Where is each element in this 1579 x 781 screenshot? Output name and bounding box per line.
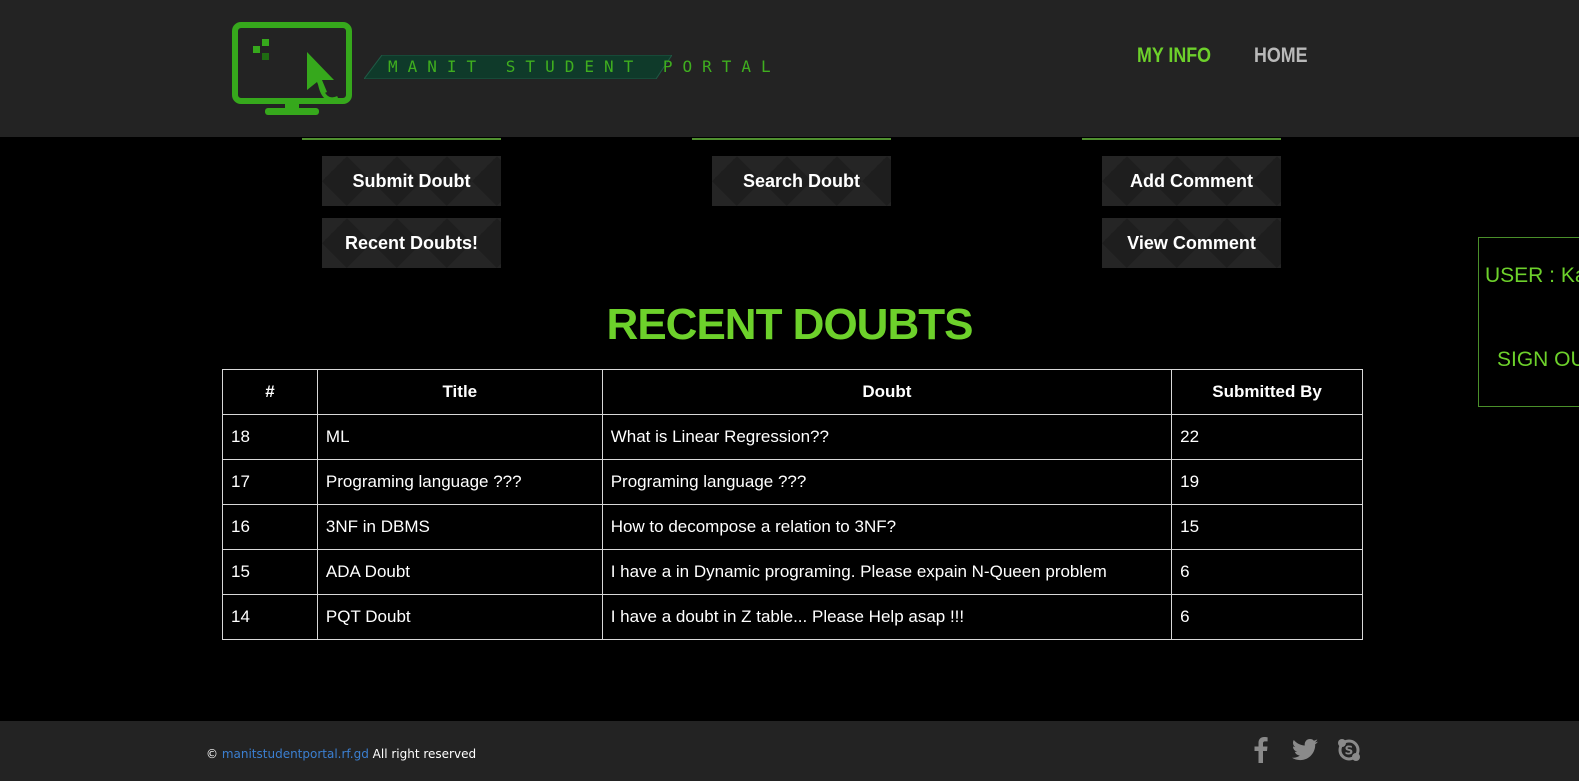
table-row: 17 Programing language ??? Programing la… <box>222 459 1363 505</box>
table-row: 18 ML What is Linear Regression?? 22 <box>222 414 1363 460</box>
copyright-symbol: © <box>206 747 218 761</box>
table-row: 14 PQT Doubt I have a doubt in Z table..… <box>222 594 1363 640</box>
twitter-icon[interactable] <box>1292 735 1318 765</box>
cell-submitted-by: 6 <box>1171 594 1363 640</box>
cell-doubt: Programing language ??? <box>601 459 1173 505</box>
facebook-icon[interactable] <box>1248 735 1274 765</box>
recent-doubts-button[interactable]: Recent Doubts! <box>322 218 501 268</box>
monitor-logo-icon[interactable] <box>232 22 354 118</box>
cell-doubt: How to decompose a relation to 3NF? <box>601 504 1173 550</box>
cell-id: 15 <box>222 549 318 595</box>
column-header-submitted-by: Submitted By <box>1171 369 1363 415</box>
social-links: S <box>1248 735 1362 765</box>
main-nav: MY INFO HOME <box>1137 44 1317 68</box>
cell-id: 17 <box>222 459 318 505</box>
cell-id: 18 <box>222 414 318 460</box>
column-header-doubt: Doubt <box>601 369 1173 415</box>
user-panel: USER : Karan SIGN OUT <box>1478 237 1579 407</box>
cell-title: ADA Doubt <box>316 549 603 595</box>
cell-submitted-by: 6 <box>1171 549 1363 595</box>
header: MANIT STUDENT PORTAL MY INFO HOME <box>0 0 1579 137</box>
cell-submitted-by: 22 <box>1171 414 1363 460</box>
footer: © manitstudentportal.rf.gd All right res… <box>0 721 1579 781</box>
recent-doubts-table: # Title Doubt Submitted By 18 ML What is… <box>222 369 1363 640</box>
column-header-title: Title <box>316 369 603 415</box>
logo-text-banner: MANIT STUDENT PORTAL <box>364 55 771 79</box>
page: MANIT STUDENT PORTAL MY INFO HOME Submit… <box>0 0 1579 781</box>
nav-home[interactable]: HOME <box>1254 44 1308 68</box>
site-link[interactable]: manitstudentportal.rf.gd <box>222 747 369 761</box>
cell-doubt: I have a doubt in Z table... Please Help… <box>601 594 1173 640</box>
logo-text: MANIT STUDENT PORTAL <box>388 57 781 76</box>
table-row: 16 3NF in DBMS How to decompose a relati… <box>222 504 1363 550</box>
cell-id: 14 <box>222 594 318 640</box>
cell-submitted-by: 19 <box>1171 459 1363 505</box>
view-comment-button[interactable]: View Comment <box>1102 218 1281 268</box>
page-title: RECENT DOUBTS <box>606 300 974 349</box>
rights-text: All right reserved <box>372 747 477 761</box>
copyright: © manitstudentportal.rf.gd All right res… <box>206 747 476 761</box>
cell-doubt: I have a in Dynamic programing. Please e… <box>601 549 1173 595</box>
skype-icon[interactable]: S <box>1336 735 1362 765</box>
column-rule <box>692 138 891 140</box>
column-header-id: # <box>222 369 318 415</box>
cell-doubt: What is Linear Regression?? <box>601 414 1173 460</box>
cell-title: PQT Doubt <box>316 594 603 640</box>
table-header-row: # Title Doubt Submitted By <box>222 369 1363 415</box>
cell-title: ML <box>316 414 603 460</box>
nav-my-info[interactable]: MY INFO <box>1137 44 1211 68</box>
add-comment-button[interactable]: Add Comment <box>1102 156 1281 206</box>
sign-out-button[interactable]: SIGN OUT <box>1497 348 1579 372</box>
cell-title: 3NF in DBMS <box>316 504 603 550</box>
cell-title: Programing language ??? <box>316 459 603 505</box>
column-rule <box>1082 138 1281 140</box>
cell-id: 16 <box>222 504 318 550</box>
search-doubt-button[interactable]: Search Doubt <box>712 156 891 206</box>
cell-submitted-by: 15 <box>1171 504 1363 550</box>
svg-text:S: S <box>1345 744 1354 758</box>
submit-doubt-button[interactable]: Submit Doubt <box>322 156 501 206</box>
user-label: USER : Karan <box>1485 264 1579 287</box>
column-rule <box>302 138 501 140</box>
table-row: 15 ADA Doubt I have a in Dynamic program… <box>222 549 1363 595</box>
